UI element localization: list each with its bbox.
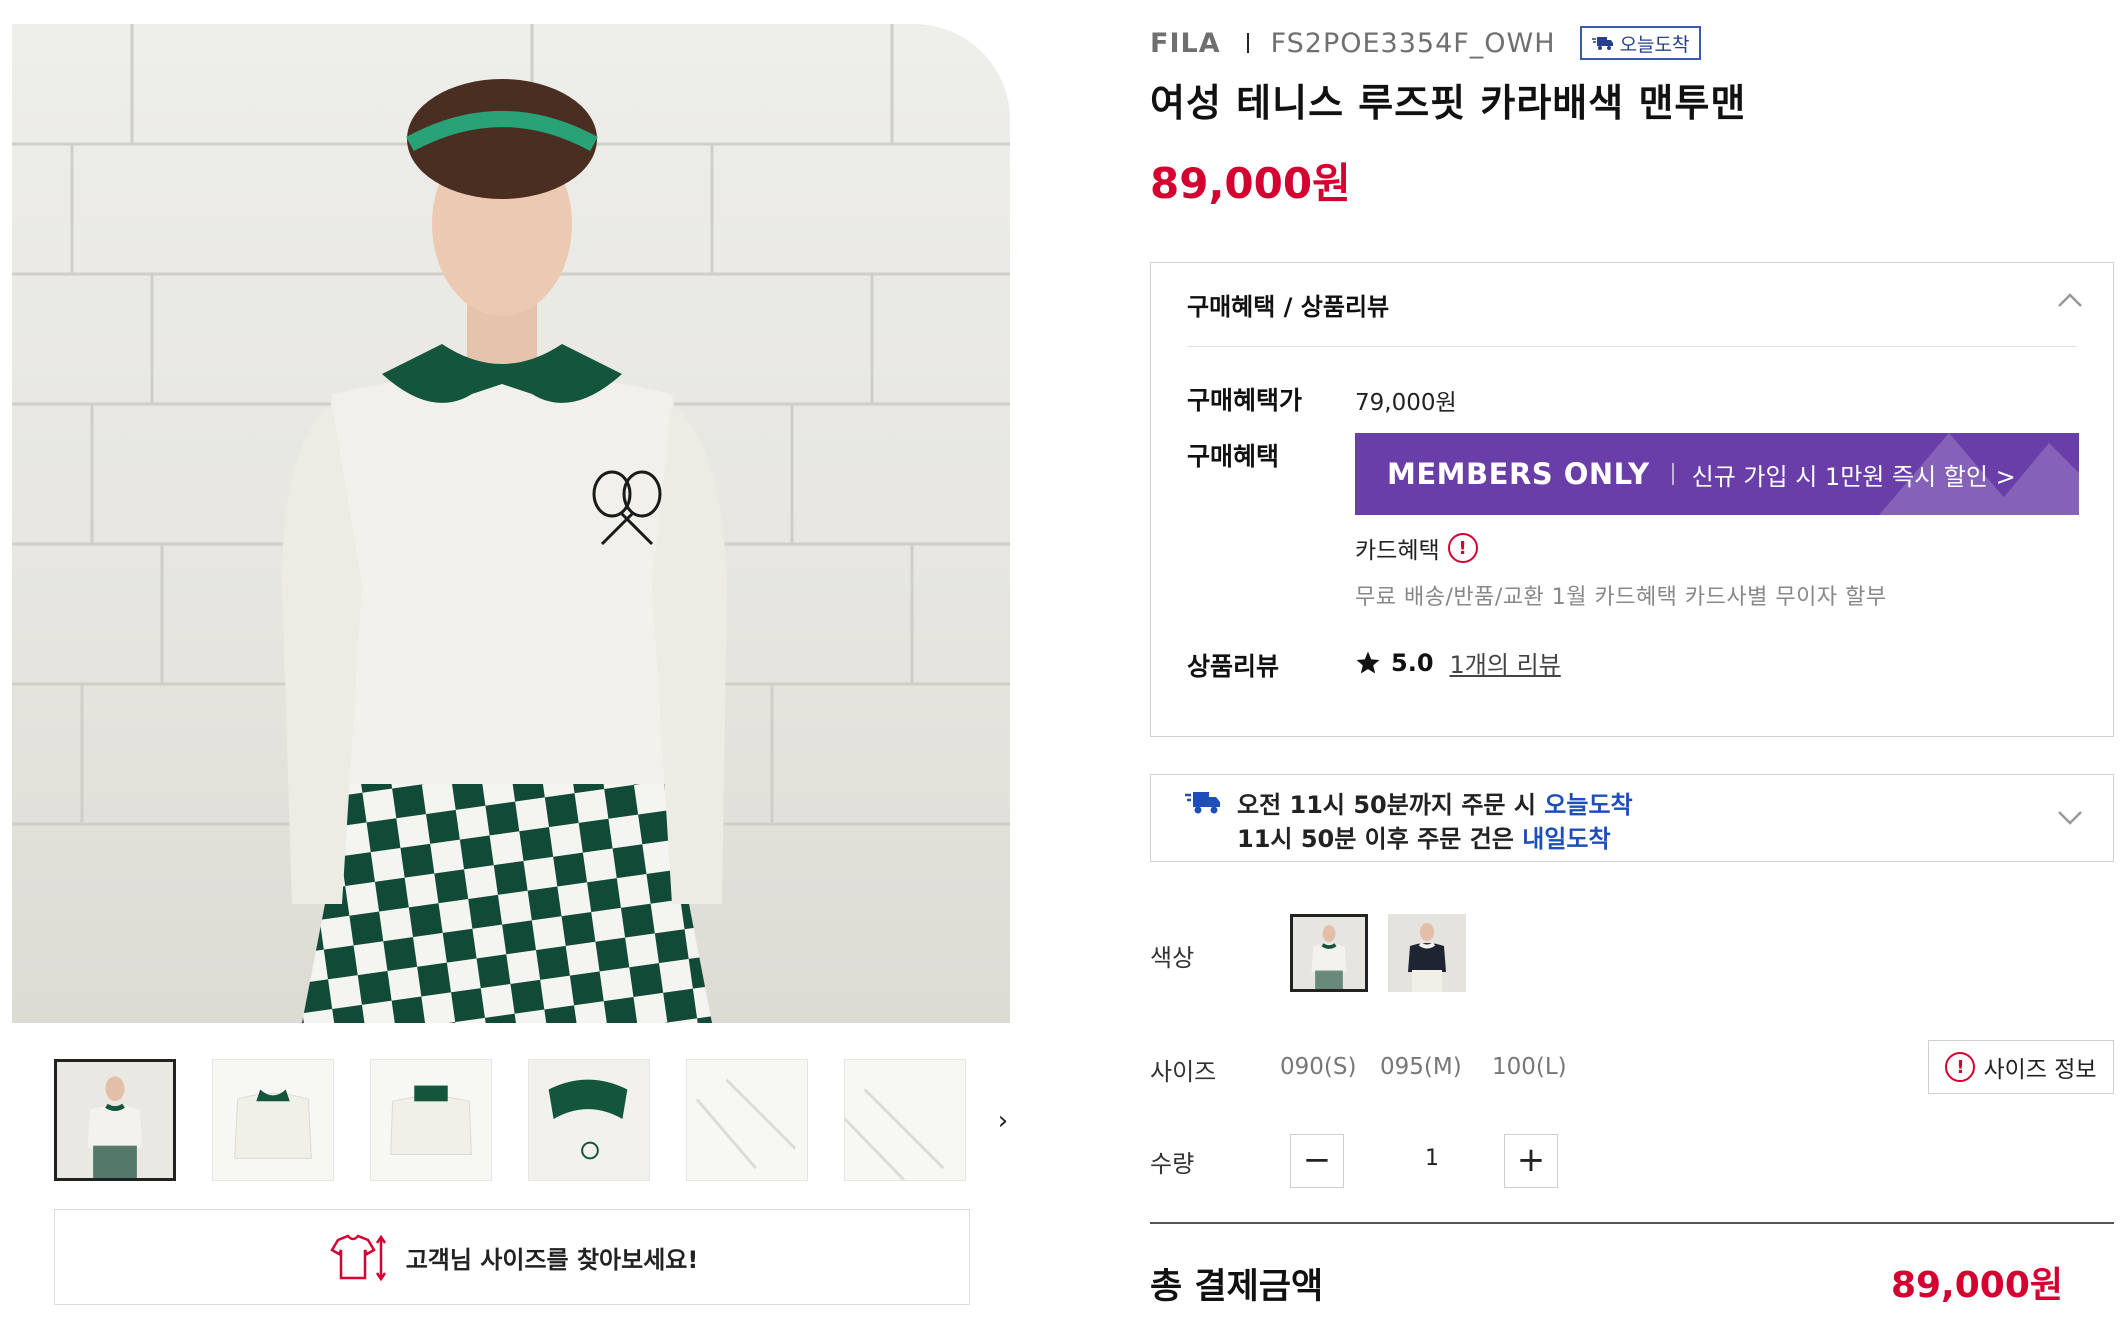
members-only-banner[interactable]: MEMBERS ONLY 신규 가입 시 1만원 즉시 할인 > xyxy=(1355,433,2079,515)
divider xyxy=(1150,1222,2114,1224)
main-product-image[interactable] xyxy=(12,24,1010,1023)
delivery-line-1: 오전 11시 50분까지 주문 시 오늘도착 xyxy=(1237,785,1633,820)
today-delivery-badge: 오늘도착 xyxy=(1579,26,1702,60)
alert-icon[interactable]: ! xyxy=(1447,533,1478,563)
delivery-today-text: 오늘도착 xyxy=(1544,791,1633,819)
truck-icon xyxy=(1185,792,1220,814)
delivery-line-2: 11시 50분 이후 주문 건은 내일도착 xyxy=(1237,819,1611,854)
product-sku: FS2POE3354F_OWH xyxy=(1270,27,1556,59)
thumbnail-1[interactable] xyxy=(54,1059,176,1181)
color-label: 색상 xyxy=(1150,944,1195,972)
size-option-m[interactable]: 095(M) xyxy=(1380,1054,1462,1080)
quantity-label: 수량 xyxy=(1150,1150,1195,1178)
thumbnail-6[interactable] xyxy=(844,1059,966,1181)
quantity-decrease-button[interactable]: − xyxy=(1290,1134,1344,1188)
size-info-label: 사이즈 정보 xyxy=(1983,1057,2097,1083)
divider xyxy=(1246,33,1249,53)
tshirt-size-icon xyxy=(329,1234,386,1282)
banner-deco xyxy=(1879,433,2079,515)
brand-name[interactable]: FILA xyxy=(1150,28,1221,59)
size-label: 사이즈 xyxy=(1150,1058,1217,1086)
review-label: 상품리뷰 xyxy=(1187,652,1280,681)
benefit-price-value: 79,000원 xyxy=(1355,390,1457,416)
thumbnail-2[interactable] xyxy=(212,1059,334,1181)
color-swatch-white[interactable] xyxy=(1290,914,1368,992)
card-benefit-row: 카드혜택 ! xyxy=(1355,531,1478,565)
product-photo xyxy=(12,24,1010,1023)
quantity-value[interactable]: 1 xyxy=(1417,1146,1447,1171)
star-icon xyxy=(1356,651,1380,674)
color-swatch-navy[interactable] xyxy=(1388,914,1466,992)
total-label: 총 결제금액 xyxy=(1150,1267,1324,1307)
chevron-right-icon[interactable]: › xyxy=(990,1106,1016,1136)
delivery-info-panel[interactable]: 오전 11시 50분까지 주문 시 오늘도착 11시 50분 이후 주문 건은 … xyxy=(1150,774,2114,862)
review-summary: 5.0 1개의 리뷰 xyxy=(1355,645,1561,680)
review-count-link[interactable]: 1개의 리뷰 xyxy=(1450,645,1561,680)
thumbnail-5[interactable] xyxy=(686,1059,808,1181)
thumbnail-strip xyxy=(54,1059,1014,1183)
quantity-increase-button[interactable]: + xyxy=(1504,1134,1558,1188)
delivery-tomorrow-text: 내일도착 xyxy=(1522,825,1611,853)
chevron-up-icon[interactable] xyxy=(2057,291,2083,309)
thumbnail-4[interactable] xyxy=(528,1059,650,1181)
size-option-l[interactable]: 100(L) xyxy=(1492,1054,1567,1080)
alert-icon: ! xyxy=(1945,1052,1976,1082)
chevron-down-icon[interactable] xyxy=(2057,809,2083,827)
size-info-button[interactable]: ! 사이즈 정보 xyxy=(1928,1040,2114,1094)
divider xyxy=(1671,463,1674,485)
benefit-panel-header[interactable]: 구매혜택 / 상품리뷰 xyxy=(1187,287,1389,322)
benefit-review-panel: 구매혜택 / 상품리뷰 구매혜택가 79,000원 구매혜택 MEMBERS O… xyxy=(1150,262,2114,737)
review-score: 5.0 xyxy=(1391,648,1434,677)
brand-row: FILA FS2POE3354F_OWH 오늘도착 xyxy=(1150,26,1702,60)
truck-icon xyxy=(1591,37,1613,50)
benefit-label: 구매혜택 xyxy=(1187,442,1280,471)
benefit-price-label: 구매혜택가 xyxy=(1187,386,1303,415)
size-option-s[interactable]: 090(S) xyxy=(1280,1054,1356,1080)
card-benefit-label: 카드혜택 xyxy=(1355,538,1440,564)
today-badge-label: 오늘도착 xyxy=(1619,33,1690,56)
card-benefit-desc: 무료 배송/반품/교환 1월 카드혜택 카드사별 무이자 할부 xyxy=(1355,585,1887,610)
delivery-line-1-text: 오전 11시 50분까지 주문 시 xyxy=(1237,791,1545,819)
size-finder-label: 고객님 사이즈를 찾아보세요! xyxy=(405,1245,699,1274)
thumbnail-3[interactable] xyxy=(370,1059,492,1181)
members-only-title: MEMBERS ONLY xyxy=(1387,457,1650,491)
product-title: 여성 테니스 루즈핏 카라배색 맨투맨 xyxy=(1150,81,1747,125)
total-price: 89,000원 xyxy=(1890,1265,2063,1306)
divider xyxy=(1187,346,2077,347)
product-price: 89,000원 xyxy=(1150,159,1351,208)
size-finder-button[interactable]: 고객님 사이즈를 찾아보세요! xyxy=(54,1209,970,1305)
delivery-line-2-text: 11시 50분 이후 주문 건은 xyxy=(1237,825,1523,853)
